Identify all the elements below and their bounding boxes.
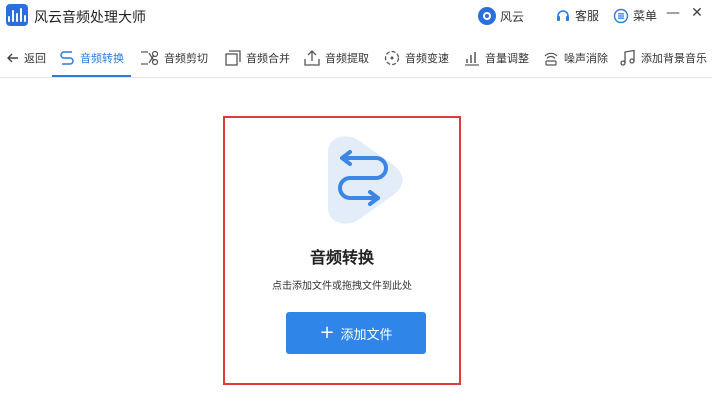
tab-add-bgm[interactable]: 添加背景音乐 [619, 38, 707, 78]
speed-icon [384, 50, 400, 66]
app-logo-icon [6, 4, 28, 26]
main-title: 音频转换 [309, 248, 374, 267]
tab-label: 音频提取 [325, 52, 369, 65]
menu-button[interactable]: 菜单 [613, 7, 657, 24]
menu-label: 菜单 [633, 9, 658, 23]
tab-label: 音频剪切 [164, 52, 208, 65]
arrow-left-icon [7, 53, 18, 63]
tab-volume-adjust[interactable]: 音量调整 [463, 38, 529, 78]
volume-icon [465, 52, 479, 66]
tab-audio-speed[interactable]: 音频变速 [383, 38, 449, 78]
account-icon [478, 7, 496, 25]
title-bar: 风云音频处理大师 风云 客服 菜单 — ✕ [0, 0, 712, 32]
account-button[interactable]: 风云 [478, 7, 524, 25]
tab-label: 音量调整 [485, 52, 529, 65]
back-label: 返回 [24, 52, 46, 65]
tab-audio-convert[interactable]: 音频转换 [58, 38, 124, 78]
tab-noise-removal[interactable]: 噪声消除 [542, 38, 608, 78]
tab-label: 噪声消除 [564, 52, 608, 65]
drop-hint: 点击添加文件或拖拽文件到此处 [272, 281, 412, 292]
tab-audio-extract[interactable]: 音频提取 [303, 38, 369, 78]
noise-icon [544, 52, 558, 66]
add-file-button[interactable]: + 添加文件 [286, 312, 426, 354]
extract-icon [304, 50, 320, 66]
tab-label: 音频变速 [405, 52, 449, 65]
customer-service-button[interactable]: 客服 [555, 7, 599, 24]
scissors-icon [141, 50, 159, 66]
merge-icon [225, 50, 241, 66]
tab-audio-merge[interactable]: 音频合并 [224, 38, 290, 78]
music-icon [620, 49, 635, 66]
headset-icon [557, 9, 569, 21]
close-button[interactable]: ✕ [688, 5, 706, 21]
account-label: 风云 [500, 9, 525, 24]
active-tab-indicator [52, 75, 131, 77]
tab-label: 添加背景音乐 [641, 52, 707, 65]
tab-label: 音频转换 [80, 52, 124, 65]
back-button[interactable]: 返回 [6, 38, 46, 78]
customer-service-label: 客服 [575, 9, 600, 23]
tab-label: 音频合并 [246, 52, 290, 65]
app-title: 风云音频处理大师 [34, 10, 146, 26]
convert-icon [60, 51, 74, 65]
plus-icon: + [319, 322, 335, 343]
minimize-button[interactable]: — [664, 5, 682, 21]
function-toolbar: 返回 音频转换 音频剪切 音频合并 音频提取 音频变速 音量调整 噪声消除 添加… [0, 38, 712, 78]
audio-convert-hero-icon [328, 136, 403, 224]
menu-icon [613, 8, 629, 23]
add-file-label: 添加文件 [340, 327, 393, 343]
tab-audio-cut[interactable]: 音频剪切 [140, 38, 208, 78]
